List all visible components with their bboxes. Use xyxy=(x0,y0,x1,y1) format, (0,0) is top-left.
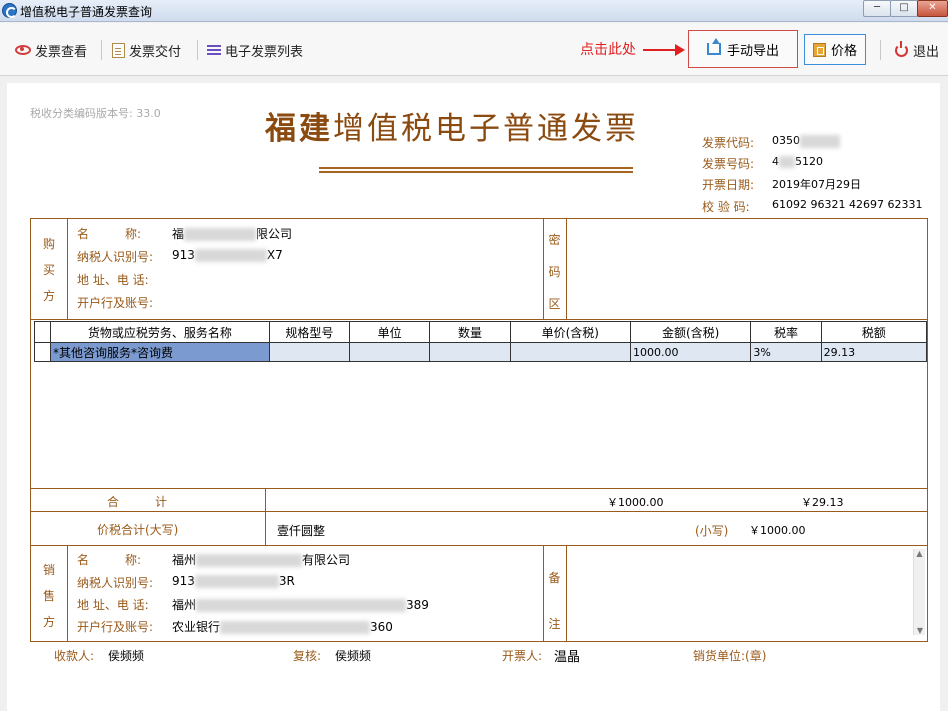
table-row[interactable]: *其他咨询服务*咨询费 1000.00 3% 29.13 xyxy=(33,342,928,362)
exit-button[interactable]: 退出 xyxy=(895,40,940,60)
price-label: 价格 xyxy=(830,44,857,59)
col-header-tax: 税额 xyxy=(820,321,928,343)
drawer-value: 温晶 xyxy=(554,650,581,665)
col-header-spec: 规格型号 xyxy=(268,321,351,343)
col-header-unit: 单位 xyxy=(349,321,431,343)
seller-label: 销售方 xyxy=(42,563,55,629)
cell-price[interactable] xyxy=(509,342,631,362)
title-bar: 增值税电子普通发票查询 ─ □ ✕ xyxy=(0,0,948,22)
check-code-label: 校 验 码: xyxy=(702,200,750,214)
exit-label: 退出 xyxy=(913,44,940,60)
invoice-date-label: 开票日期: xyxy=(702,178,755,192)
price-icon xyxy=(812,42,826,57)
col-header-name: 货物或应税劳务、服务名称 xyxy=(50,321,270,343)
check-code-value: 61092 96321 42697 62331 xyxy=(772,198,923,211)
invoice-code-value: 0350 xyxy=(772,134,840,151)
invoice-list-button[interactable]: 电子发票列表 xyxy=(207,41,304,60)
invoice-frame: 购买方 名 称: 福限公司 纳税人识别号: 913 X7 地 址、电 话: 开户行… xyxy=(30,218,928,642)
manual-export-label: 手动导出 xyxy=(726,43,779,59)
check-code-row: 校 验 码: 61092 96321 42697 62331 xyxy=(702,198,922,215)
eye-icon xyxy=(15,45,31,55)
cell-unit[interactable] xyxy=(349,342,431,362)
total-tax: ￥29.13 xyxy=(801,496,844,509)
cell-name[interactable]: *其他咨询服务*咨询费 xyxy=(50,342,270,362)
maximize-button[interactable]: □ xyxy=(890,0,918,17)
seller-address-row: 地 址、电 话: 福州 389 xyxy=(77,598,429,612)
title-underline xyxy=(319,167,633,173)
buyer-address-row: 地 址、电 话: xyxy=(77,273,149,287)
grand-total-upper: 壹仟圆整 xyxy=(277,524,326,538)
invoice-code-row: 发票代码: 0350 xyxy=(702,134,840,151)
buyer-name-row: 名 称: 福限公司 xyxy=(77,227,293,241)
list-icon xyxy=(207,44,221,56)
seller-name-row: 名 称: 福州 有限公司 xyxy=(77,553,351,567)
arrow-right-icon xyxy=(643,44,685,56)
seller-tax-row: 纳税人识别号: 913 3R xyxy=(77,574,295,590)
total-amount: ￥1000.00 xyxy=(607,496,664,509)
scroll-down-icon[interactable]: ▼ xyxy=(914,626,926,635)
invoice-date-row: 开票日期: 2019年07月29日 xyxy=(702,176,861,193)
items-table: 货物或应税劳务、服务名称 规格型号 单位 数量 单价(含税) 金额(含税) 税率… xyxy=(33,321,928,362)
click-here-hint: 点击此处 xyxy=(580,42,636,58)
payee-label: 收款人: xyxy=(54,649,95,663)
toolbar-divider xyxy=(197,40,198,60)
window-title: 增值税电子普通发票查询 xyxy=(20,5,153,19)
col-header-amount: 金额(含税) xyxy=(629,321,752,343)
close-button[interactable]: ✕ xyxy=(917,0,948,17)
invoice-number-value: 4 5120 xyxy=(772,155,823,168)
invoice-number-row: 发票号码: 4 5120 xyxy=(702,155,823,172)
view-invoice-label: 发票查看 xyxy=(35,44,88,60)
cell-tax[interactable]: 29.13 xyxy=(820,342,928,362)
deliver-invoice-label: 发票交付 xyxy=(129,44,182,60)
small-amount-label: (小写) xyxy=(695,524,729,538)
manual-export-button[interactable]: 手动导出 xyxy=(688,30,798,68)
invoice-paper: 税收分类编码版本号: 33.0 福建增值税电子普通发票 发票代码: 0350 发… xyxy=(7,83,940,711)
upload-icon xyxy=(706,38,721,55)
drawer-label: 开票人: xyxy=(502,649,543,663)
reviewer-value: 侯频频 xyxy=(335,649,372,663)
col-header-qty: 数量 xyxy=(429,321,511,343)
invoice-title-main: 增值税电子普通发票 xyxy=(333,111,639,147)
minimize-button[interactable]: ─ xyxy=(863,0,891,17)
buyer-label: 购买方 xyxy=(42,237,55,303)
cell-qty[interactable] xyxy=(429,342,511,362)
total-label: 合 计 xyxy=(107,495,168,509)
power-icon xyxy=(895,40,908,57)
invoice-date-value: 2019年07月29日 xyxy=(772,178,861,191)
invoice-number-label: 发票号码: xyxy=(702,157,755,171)
document-icon xyxy=(112,42,125,58)
reviewer-label: 复核: xyxy=(293,649,322,663)
toolbar-divider xyxy=(101,40,102,60)
price-button[interactable]: 价格 xyxy=(804,34,866,65)
grand-total-small: ￥1000.00 xyxy=(749,524,806,537)
toolbar-divider xyxy=(880,40,881,60)
col-header-rate: 税率 xyxy=(750,321,822,343)
buyer-tax-row: 纳税人识别号: 913 X7 xyxy=(77,248,283,264)
cell-amount[interactable]: 1000.00 xyxy=(629,342,752,362)
toolbar: 发票查看 发票交付 电子发票列表 点击此处 手动导出 价格 退出 xyxy=(0,23,948,76)
cell-rate[interactable]: 3% xyxy=(750,342,822,362)
tax-code-version: 税收分类编码版本号: 33.0 xyxy=(30,107,161,120)
scroll-up-icon[interactable]: ▲ xyxy=(914,549,925,558)
col-header-price: 单价(含税) xyxy=(509,321,631,343)
invoice-title: 福建增值税电子普通发票 xyxy=(265,103,639,148)
invoice-title-province: 福建 xyxy=(265,111,333,147)
seal-label: 销货单位:(章) xyxy=(693,649,767,663)
payee-value: 侯频频 xyxy=(108,649,145,663)
cipher-area-label: 密码区 xyxy=(548,233,561,311)
deliver-invoice-button[interactable]: 发票交付 xyxy=(112,41,182,60)
invoice-code-label: 发票代码: xyxy=(702,136,755,150)
remark-box[interactable] xyxy=(571,549,921,635)
view-invoice-button[interactable]: 发票查看 xyxy=(15,41,88,60)
cell-spec[interactable] xyxy=(268,342,351,362)
invoice-list-label: 电子发票列表 xyxy=(225,44,304,60)
buyer-bank-row: 开户行及账号: xyxy=(77,296,154,310)
grand-total-label: 价税合计(大写) xyxy=(97,523,179,537)
remark-scrollbar[interactable]: ▲ ▼ xyxy=(913,549,925,635)
app-icon xyxy=(2,3,17,18)
seller-bank-row: 开户行及账号: 农业银行 360 xyxy=(77,620,393,634)
remark-label: 备注 xyxy=(548,571,561,631)
